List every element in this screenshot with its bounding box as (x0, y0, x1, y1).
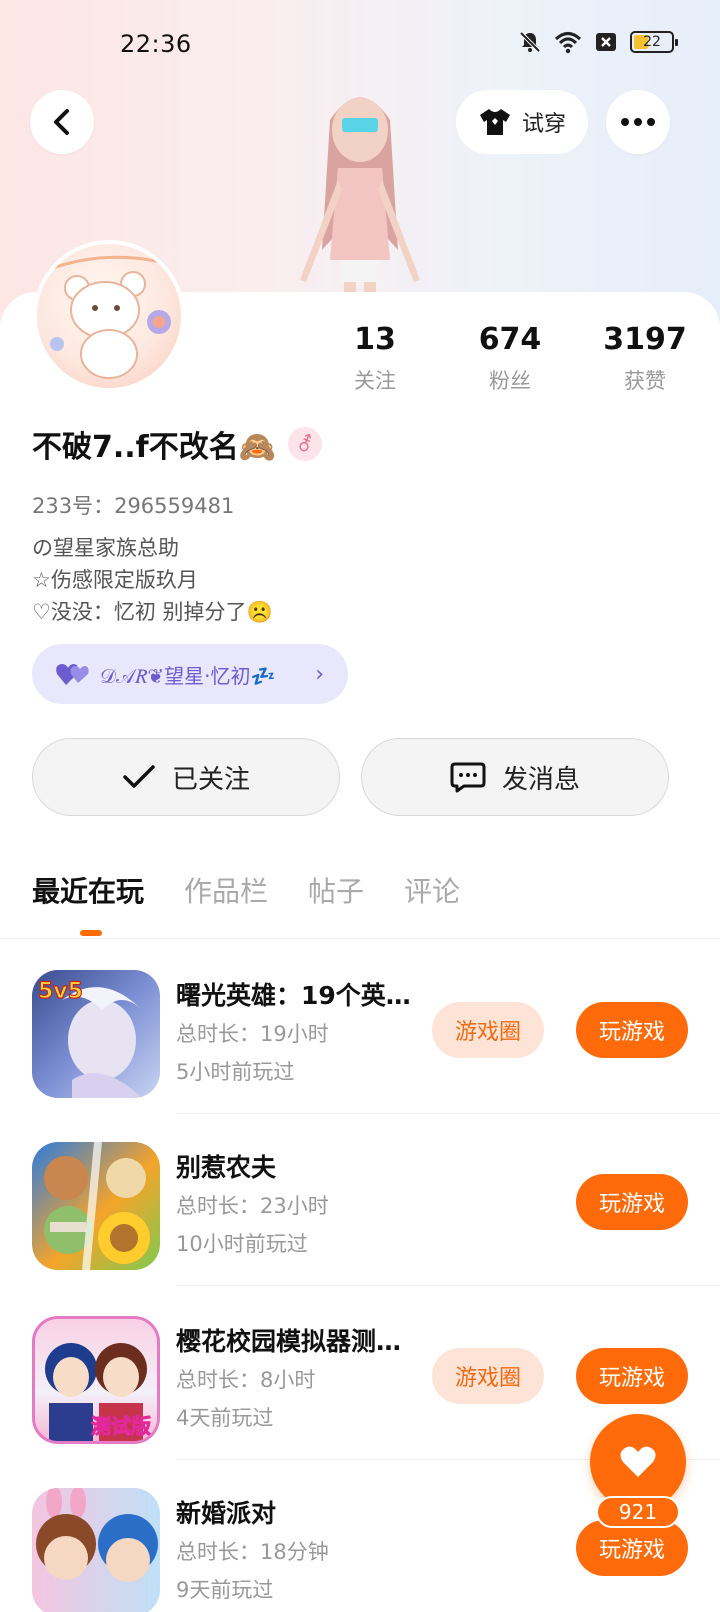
stat-label: 粉丝 (489, 369, 531, 393)
tab-comments[interactable]: 评论 (404, 870, 460, 910)
bio-line: ☆伤感限定版玖月 (32, 568, 198, 592)
tab-recently-played[interactable]: 最近在玩 (32, 870, 144, 910)
profile-tabs: 最近在玩 作品栏 帖子 评论 (32, 870, 460, 910)
avatar-bear-illustration (46, 255, 171, 379)
username: 不破7..f不改名🙈 (32, 430, 277, 465)
game-icon-dawn-heroes: 5v5 (32, 970, 160, 1098)
game-icon-wedding-party (32, 1488, 160, 1612)
name-row: 不破7..f不改名🙈 ⚦ (32, 422, 323, 466)
send-message-label: 发消息 (501, 764, 580, 795)
game-duration: 总时长：23小时 (176, 1194, 329, 1218)
followed-button[interactable]: 已关注 (32, 738, 340, 816)
wifi-icon (554, 32, 582, 54)
3d-avatar-figure (300, 97, 420, 300)
game-icon-art (44, 1142, 150, 1270)
try-on-button[interactable]: 试穿 (456, 90, 589, 154)
stat-value: 674 (478, 322, 542, 357)
tshirt-icon (480, 109, 510, 135)
game-last-played: 10小时前玩过 (176, 1232, 308, 1256)
play-game-button[interactable]: 玩游戏 (576, 1002, 688, 1058)
play-game-button[interactable]: 玩游戏 (576, 1520, 688, 1576)
bio-line: ♡没没：忆初 别掉分了☹️ (32, 600, 273, 624)
heart-icon (620, 1446, 656, 1477)
game-row[interactable]: 5v5 曙光英雄：19个英… 总时长：19小时 5小时前玩过 游戏圈 玩游戏 (0, 938, 720, 1114)
stat-likes[interactable]: 3197 获赞 (590, 322, 700, 395)
game-icon-art: 测试版 (45, 1343, 152, 1441)
more-options-button[interactable] (606, 90, 670, 154)
tab-posts[interactable]: 帖子 (308, 870, 364, 910)
game-icon-art (36, 1488, 158, 1582)
stat-value: 3197 (603, 322, 687, 357)
chevron-left-icon (54, 109, 69, 135)
stat-value: 13 (354, 322, 396, 357)
try-on-label: 试穿 (522, 112, 567, 137)
game-icon-dont-mess-farmer (32, 1142, 160, 1270)
like-count: 921 (596, 1496, 680, 1528)
mute-bell-icon (519, 31, 541, 53)
game-icon-art: 5v5 (37, 978, 142, 1098)
game-icon-sakura-school: 测试版 (32, 1316, 160, 1444)
stat-following[interactable]: 13 关注 (320, 322, 430, 395)
game-duration: 总时长：18分钟 (176, 1540, 329, 1564)
avatar[interactable] (33, 240, 185, 392)
game-badge: 5v5 (38, 979, 83, 1004)
send-message-button[interactable]: 发消息 (361, 738, 669, 816)
sim-off-icon (596, 33, 616, 51)
play-game-button[interactable]: 玩游戏 (576, 1174, 688, 1230)
game-duration: 总时长：8小时 (176, 1368, 316, 1392)
status-bar: 22:36 22 (0, 0, 720, 90)
message-bubble-icon (450, 762, 486, 793)
battery-indicator: 22 (630, 31, 678, 53)
game-circle-button[interactable]: 游戏圈 (432, 1348, 544, 1404)
game-last-played: 5小时前玩过 (176, 1060, 295, 1084)
game-title: 曙光英雄：19个英… (176, 981, 411, 1010)
game-title: 新婚派对 (176, 1499, 277, 1528)
game-title: 樱花校园模拟器测… (176, 1327, 402, 1356)
gender-female-icon: ⚦ (288, 427, 323, 461)
followed-label: 已关注 (171, 764, 250, 795)
stat-followers[interactable]: 674 粉丝 (455, 322, 565, 395)
back-button[interactable] (30, 90, 94, 154)
game-last-played: 9天前玩过 (176, 1578, 274, 1602)
chevron-right-icon: › (315, 661, 324, 687)
play-game-button[interactable]: 玩游戏 (576, 1348, 688, 1404)
bio-line: の望星家族总助 (32, 536, 179, 560)
profile-stats: 13 关注 674 粉丝 3197 获赞 (320, 322, 700, 395)
user-id: 233号：296559481 (32, 494, 235, 518)
double-heart-icon (56, 664, 89, 685)
status-icons: 22 (518, 30, 678, 54)
bio: の望星家族总助 ☆伤感限定版玖月 ♡没没：忆初 别掉分了☹️ (32, 532, 273, 628)
stat-label: 获赞 (624, 369, 666, 393)
family-tag[interactable]: 𝒟𝒜𝑅❦望星·忆初💤 › (32, 644, 348, 704)
tab-works[interactable]: 作品栏 (184, 870, 268, 910)
family-name: 𝒟𝒜𝑅❦望星·忆初💤 (100, 663, 276, 688)
check-icon (123, 765, 155, 788)
game-row[interactable]: 别惹农夫 总时长：23小时 10小时前玩过 玩游戏 (0, 1110, 720, 1286)
game-duration: 总时长：19小时 (176, 1022, 329, 1046)
game-last-played: 4天前玩过 (176, 1406, 274, 1430)
status-time: 22:36 (120, 30, 192, 58)
game-badge: 测试版 (91, 1414, 151, 1438)
more-dots-icon (621, 118, 655, 126)
stat-label: 关注 (354, 369, 396, 393)
game-circle-button[interactable]: 游戏圈 (432, 1002, 544, 1058)
active-tab-indicator (80, 930, 102, 936)
game-title: 别惹农夫 (176, 1153, 277, 1182)
